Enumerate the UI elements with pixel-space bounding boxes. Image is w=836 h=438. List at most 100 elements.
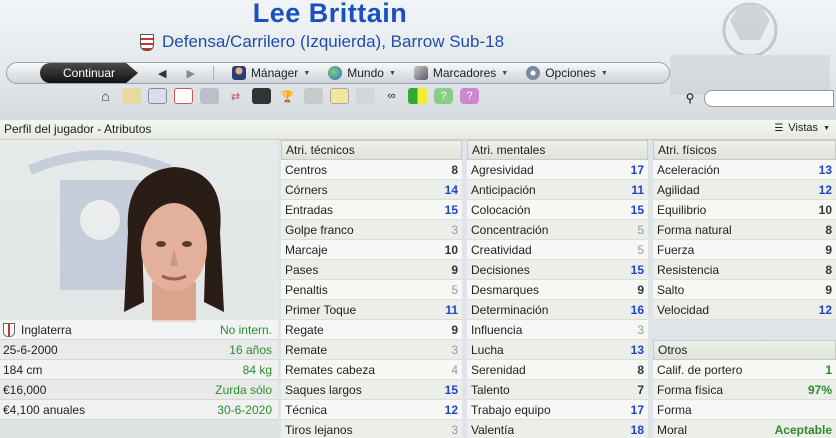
profile-icon[interactable] <box>148 88 167 104</box>
contract-icon[interactable] <box>122 88 141 104</box>
technical-header: Atri. técnicos <box>281 140 462 160</box>
search-icon[interactable]: ⚲ <box>682 90 698 106</box>
physical-attribute-row: Equilibrio 10 <box>653 200 836 220</box>
club-crest-icon[interactable] <box>140 33 154 51</box>
mental-attribute-name: Serenidad <box>471 362 526 377</box>
technical-attribute-name: Entradas <box>285 202 334 217</box>
forward-arrow-icon[interactable]: ▶ <box>186 67 194 80</box>
mental-attribute-value: 13 <box>630 342 644 357</box>
mental-attribute-value: 17 <box>630 402 644 417</box>
world-menu[interactable]: Mundo ▼ <box>328 66 396 80</box>
mental-attribute-value: 16 <box>630 302 644 317</box>
position-club-text[interactable]: Defensa/Carrilero (Izquierda), Barrow Su… <box>162 32 504 52</box>
info-icon[interactable]: ? <box>460 88 479 104</box>
navigation-bar: Continuar ◀ ▶ Mánager ▼ Mundo ▼ Marcador… <box>6 62 670 84</box>
squad-icon[interactable] <box>200 88 219 104</box>
report-icon[interactable] <box>408 88 427 104</box>
mental-attribute-row: Determinación 16 <box>467 300 648 320</box>
technical-attributes-panel: Atri. técnicos Centros 8 Córners 14 Entradas… <box>281 140 462 438</box>
mental-attribute-value: 5 <box>637 222 644 237</box>
info-row-contract: €4,100 anuales 30-6-2020 <box>0 400 278 420</box>
help-icon[interactable]: ? <box>434 88 453 104</box>
mental-attribute-row: Creatividad 5 <box>467 240 648 260</box>
continue-button[interactable]: Continuar <box>40 63 138 83</box>
birth-date-label: 25-6-2000 <box>3 342 58 357</box>
info-row-body: 184 cm 84 kg <box>0 360 278 380</box>
physical-attributes-panel: Atri. físicos Aceleración 13 Agilidad 12 Equ… <box>653 140 836 438</box>
physical-attribute-name: Resistencia <box>657 262 720 277</box>
physical-attribute-value: 13 <box>818 162 832 177</box>
mental-attribute-name: Influencia <box>471 322 523 337</box>
trophy-icon[interactable]: 🏆 <box>278 88 297 104</box>
technical-attribute-row: Regate 9 <box>281 320 462 340</box>
physical-attribute-value: 12 <box>818 182 832 197</box>
physical-attribute-value: 10 <box>818 202 832 217</box>
mental-attribute-name: Anticipación <box>471 182 536 197</box>
technical-attribute-value: 5 <box>451 282 458 297</box>
technical-attribute-value: 11 <box>445 302 458 317</box>
technical-attribute-name: Remates cabeza <box>285 362 376 377</box>
technical-attribute-name: Regate <box>285 322 324 337</box>
physical-rows: Aceleración 13 Agilidad 12 Equilibrio 10 Forma… <box>653 160 836 320</box>
calendar-icon[interactable] <box>174 88 193 104</box>
physical-attribute-row: Agilidad 12 <box>653 180 836 200</box>
mental-attribute-row: Colocación 15 <box>467 200 648 220</box>
bookmarks-menu[interactable]: Marcadores ▼ <box>413 66 509 80</box>
mental-attribute-row: Decisiones 15 <box>467 260 648 280</box>
world-menu-label: Mundo <box>347 66 384 80</box>
views-label: Vistas <box>788 122 819 134</box>
manager-menu[interactable]: Mánager ▼ <box>231 66 310 80</box>
technical-attribute-value: 15 <box>444 202 458 217</box>
technical-attribute-value: 8 <box>451 162 458 177</box>
search-input[interactable] <box>704 89 834 107</box>
physical-attribute-value: 9 <box>825 282 832 297</box>
player-info-panel: Inglaterra No intern. 25-6-2000 16 años … <box>0 140 278 438</box>
technical-attribute-row: Pases 9 <box>281 260 462 280</box>
player-toolbar: ⌂ ⇄ 🏆 ∞ ? ? <box>96 88 479 104</box>
options-menu[interactable]: Opciones ▼ <box>526 66 608 80</box>
chevron-down-icon: ▼ <box>501 69 509 77</box>
nationality-cell: Inglaterra <box>3 322 72 337</box>
technical-attribute-value: 9 <box>451 322 458 337</box>
technical-attribute-row: Entradas 15 <box>281 200 462 220</box>
mental-attribute-name: Determinación <box>471 302 549 317</box>
other-stat-row: Calif. de portero 1 <box>653 360 836 380</box>
back-arrow-icon[interactable]: ◀ <box>158 67 166 80</box>
mental-attribute-name: Colocación <box>471 202 531 217</box>
mental-attribute-value: 9 <box>637 282 644 297</box>
physical-attribute-name: Agilidad <box>657 182 700 197</box>
scout-icon[interactable] <box>304 88 323 104</box>
mental-attribute-row: Valentía 18 <box>467 420 648 438</box>
other-stat-value: 1 <box>825 362 832 377</box>
physical-attribute-value: 12 <box>818 302 832 317</box>
others-header: Otros <box>653 340 836 360</box>
nationality-label[interactable]: Inglaterra <box>21 323 72 337</box>
mental-rows: Agresividad 17 Anticipación 11 Colocación 15 C… <box>467 160 648 438</box>
technical-attribute-value: 14 <box>444 182 458 197</box>
technical-attribute-value: 3 <box>451 422 458 437</box>
home-icon[interactable]: ⌂ <box>96 88 115 104</box>
technical-attribute-row: Centros 8 <box>281 160 462 180</box>
transfer-icon[interactable]: ⇄ <box>226 88 245 104</box>
technical-attribute-value: 3 <box>451 342 458 357</box>
training-icon[interactable] <box>356 88 375 104</box>
technical-attribute-name: Golpe franco <box>285 222 354 237</box>
mental-attribute-row: Concentración 5 <box>467 220 648 240</box>
other-stat-name: Forma física <box>657 382 724 397</box>
physical-attribute-name: Velocidad <box>657 302 710 317</box>
other-stat-row: Forma <box>653 400 836 420</box>
page-title: Perfil del jugador - Atributos <box>4 122 152 136</box>
bookmark-icon <box>413 66 428 80</box>
player-photo <box>124 167 224 322</box>
views-button[interactable]: ☰ Vistas ▼ <box>774 122 830 134</box>
notes-icon[interactable] <box>330 88 349 104</box>
technical-attribute-value: 15 <box>444 382 458 397</box>
mental-attributes-panel: Atri. mentales Agresividad 17 Anticipación… <box>467 140 648 438</box>
physical-attribute-name: Salto <box>657 282 685 297</box>
physical-attribute-row: Salto 9 <box>653 280 836 300</box>
other-stat-value: Aceptable <box>774 422 832 437</box>
stats-icon[interactable] <box>252 88 271 104</box>
header-area: Lee Brittain Defensa/Carrilero (Izquierd… <box>0 0 836 120</box>
binoculars-icon[interactable]: ∞ <box>382 88 401 104</box>
